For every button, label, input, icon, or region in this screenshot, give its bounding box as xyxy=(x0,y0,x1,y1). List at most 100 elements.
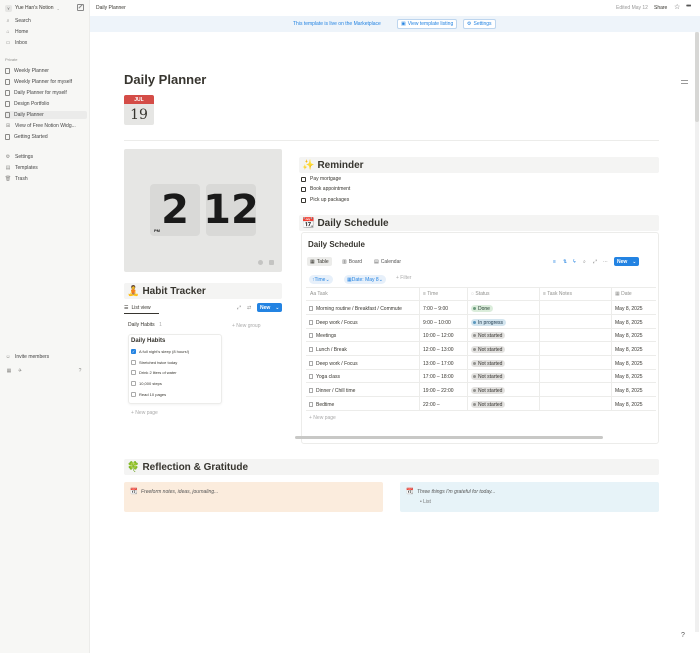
schedule-new-page-button[interactable]: + New page xyxy=(309,415,336,421)
sidebar-item-search[interactable]: ⌕ Search xyxy=(5,17,87,25)
column-header-time[interactable]: ≡ Time xyxy=(423,291,438,297)
chevron-down-icon[interactable]: ⌄ xyxy=(275,305,279,311)
cell-time[interactable]: 9:00 – 10:00 xyxy=(423,320,451,326)
todo-checkbox[interactable] xyxy=(301,197,306,203)
help-icon[interactable]: ? xyxy=(77,368,83,374)
expand-icon[interactable]: ⤢ xyxy=(593,259,597,265)
habit-checkbox[interactable]: ✓ xyxy=(131,349,136,354)
gratitude-placeholder[interactable]: Three things I'm grateful for today... xyxy=(417,489,495,495)
cell-time[interactable]: 22:00 – xyxy=(423,402,440,408)
cell-date[interactable]: May 8, 2025 xyxy=(615,306,643,312)
todo-item[interactable]: Pay mortgage xyxy=(301,175,341,183)
column-header-task[interactable]: Aa Task xyxy=(310,291,328,297)
chevron-down-icon[interactable]: ⌄ xyxy=(632,259,636,265)
clock-theme-icon[interactable] xyxy=(258,260,263,265)
habit-item[interactable]: Read 10 pages xyxy=(131,391,166,398)
schedule-new-button[interactable]: New ⌄ xyxy=(614,257,639,266)
filter-icon[interactable]: ≡ xyxy=(553,259,556,265)
page-scrollbar-track[interactable] xyxy=(695,32,699,632)
expand-icon[interactable]: ⤢ xyxy=(237,305,241,311)
cell-date[interactable]: May 8, 2025 xyxy=(615,374,643,380)
cell-task[interactable]: Lunch / Break xyxy=(309,347,347,353)
notes-callout[interactable] xyxy=(124,482,383,512)
new-page-icon[interactable] xyxy=(77,4,84,11)
todo-item[interactable]: Book appointment xyxy=(301,185,350,193)
automation-icon[interactable]: ϟ xyxy=(573,259,576,265)
cell-date[interactable]: May 8, 2025 xyxy=(615,333,643,339)
tab-board[interactable]: ▥ Board xyxy=(339,257,365,266)
calendar-app-icon[interactable]: ▦ xyxy=(6,368,12,374)
new-group-button[interactable]: + New group xyxy=(232,323,261,329)
table-of-contents-icon[interactable] xyxy=(681,80,688,86)
status-badge[interactable]: Not started xyxy=(471,346,506,353)
habit-checkbox[interactable] xyxy=(131,370,136,375)
cell-task[interactable]: Yoga class xyxy=(309,374,340,380)
invite-members-button[interactable]: ☺ Invite members xyxy=(5,353,87,361)
cell-time[interactable]: 7:00 – 9:00 xyxy=(423,306,448,312)
cell-task[interactable]: Deep work / Focus xyxy=(309,361,358,367)
cell-date[interactable]: May 8, 2025 xyxy=(615,347,643,353)
notes-placeholder[interactable]: Freeform notes, ideas, journaling... xyxy=(141,489,218,495)
cell-time[interactable]: 17:00 – 18:00 xyxy=(423,374,454,380)
workspace-switcher[interactable]: Y Yue Han's Notion ⌄ xyxy=(5,4,60,12)
calendar-page-icon[interactable]: JUL 19 xyxy=(124,95,154,125)
time-sort-chip[interactable]: ↑ Time ⌄ xyxy=(309,275,333,284)
column-header-date[interactable]: ▦ Date xyxy=(615,291,632,297)
clock-settings-icon[interactable] xyxy=(269,260,274,265)
sidebar-page-daily-planner-myself[interactable]: Daily Planner for myself xyxy=(5,89,87,97)
cell-task[interactable]: Dinner / Chill time xyxy=(309,388,355,394)
banner-settings-button[interactable]: ⚙ Settings xyxy=(463,19,496,29)
sort-icon[interactable]: ⇅ xyxy=(563,259,567,265)
habit-item[interactable]: Stretched twice today xyxy=(131,359,177,366)
sidebar-item-inbox[interactable]: ▭ Inbox xyxy=(5,39,87,47)
cell-date[interactable]: May 8, 2025 xyxy=(615,402,643,408)
sidebar-page-weekly-planner[interactable]: Weekly Planner xyxy=(5,67,87,75)
mail-app-icon[interactable]: ✈ xyxy=(17,368,23,374)
status-badge[interactable]: In progress xyxy=(471,319,507,326)
sidebar-page-design-portfolio[interactable]: Design Portfolio xyxy=(5,100,87,108)
sidebar-item-trash[interactable]: 🗑 Trash xyxy=(5,175,87,183)
settings-icon[interactable]: ⇄ xyxy=(247,305,251,311)
help-question-icon[interactable]: ? xyxy=(681,632,685,639)
cell-date[interactable]: May 8, 2025 xyxy=(615,388,643,394)
sidebar-item-templates[interactable]: ▤ Templates xyxy=(5,164,87,172)
sidebar-page-getting-started[interactable]: Getting Started xyxy=(5,133,87,141)
habit-tracker-heading[interactable]: 🧘 Habit Tracker xyxy=(124,283,282,299)
bullet-list-item[interactable]: • List xyxy=(420,499,431,505)
sidebar-page-daily-planner[interactable]: Daily Planner xyxy=(5,111,87,119)
tab-calendar[interactable]: ▤ Calendar xyxy=(371,257,404,266)
star-icon[interactable]: ☆ xyxy=(674,3,680,11)
column-header-status[interactable]: ◌ Status xyxy=(471,291,490,297)
status-badge[interactable]: Not started xyxy=(471,401,506,408)
cell-time[interactable]: 19:00 – 22:00 xyxy=(423,388,454,394)
tab-table[interactable]: ▦ Table xyxy=(307,257,332,266)
cell-task[interactable]: Meetings xyxy=(309,333,336,339)
cell-task[interactable]: Morning routine / Breakfast / Commute xyxy=(309,306,402,312)
sidebar-page-view-widgets[interactable]: ⊞ View of Free Notion Widg... xyxy=(5,122,87,130)
status-badge[interactable]: Done xyxy=(471,305,493,312)
gratitude-callout[interactable] xyxy=(400,482,659,512)
status-badge[interactable]: Not started xyxy=(471,387,506,394)
more-icon[interactable]: ⋯ xyxy=(603,259,608,265)
breadcrumb[interactable]: Daily Planner xyxy=(96,5,126,11)
status-badge[interactable]: Not started xyxy=(471,373,506,380)
habit-new-page-button[interactable]: + New page xyxy=(131,410,158,416)
cell-date[interactable]: May 8, 2025 xyxy=(615,320,643,326)
status-badge[interactable]: Not started xyxy=(471,332,506,339)
todo-item[interactable]: Pick up packages xyxy=(301,196,349,204)
daily-schedule-heading[interactable]: 📆 Daily Schedule xyxy=(299,215,659,231)
view-template-listing-button[interactable]: ▣ View template listing xyxy=(397,19,458,29)
cell-date[interactable]: May 8, 2025 xyxy=(615,361,643,367)
more-icon[interactable]: ••• xyxy=(686,3,691,10)
group-header[interactable]: Daily Habits 1 xyxy=(128,322,162,328)
tab-list-view[interactable]: ☰ List view xyxy=(124,303,151,312)
habit-item[interactable]: 10,000 steps xyxy=(131,380,162,387)
cell-time[interactable]: 13:00 – 17:00 xyxy=(423,361,454,367)
database-title[interactable]: Daily Schedule xyxy=(308,240,365,249)
habit-new-button[interactable]: New ⌄ xyxy=(257,303,282,312)
date-filter-chip[interactable]: ▦ Date: May 8 ⌄ xyxy=(344,275,386,284)
reflection-heading[interactable]: 🍀 Reflection & Gratitude xyxy=(124,459,659,475)
add-filter-button[interactable]: + Filter xyxy=(396,275,411,281)
habit-checkbox[interactable] xyxy=(131,381,136,386)
cell-task[interactable]: Deep work / Focus xyxy=(309,320,358,326)
